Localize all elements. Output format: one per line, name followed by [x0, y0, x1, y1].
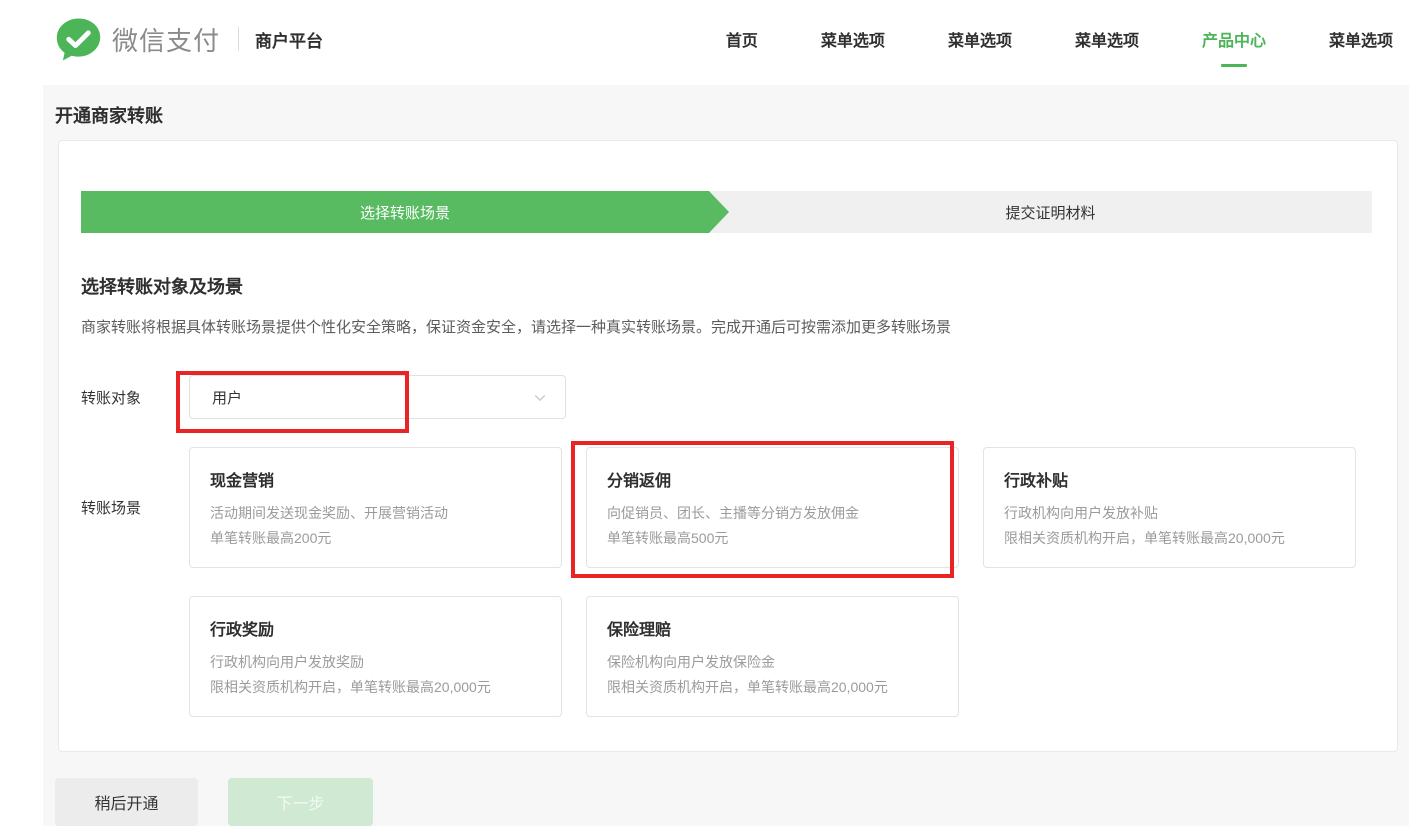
step-2-label: 提交证明材料 [1005, 202, 1095, 223]
transfer-target-row: 转账对象 用户 [81, 375, 1372, 419]
section-description: 商家转账将根据具体转账场景提供个性化安全策略，保证资金安全，请选择一种真实转账场… [81, 317, 1372, 338]
scene-card-insurance-claim[interactable]: 保险理赔 保险机构向用户发放保险金 限相关资质机构开启，单笔转账最高20,000… [586, 596, 959, 717]
scene-desc-line1: 活动期间发送现金奖励、开展营销活动 [210, 501, 541, 526]
scene-desc-line1: 行政机构向用户发放奖励 [210, 650, 541, 675]
scene-card-distribution-commission[interactable]: 分销返佣 向促销员、团长、主播等分销方发放佣金 单笔转账最高500元 [586, 447, 959, 568]
scene-card-title: 行政补贴 [1004, 472, 1335, 492]
main-card: 选择转账场景 提交证明材料 选择转账对象及场景 商家转账将根据具体转账场景提供个… [58, 140, 1398, 752]
brand-name: 微信支付 [112, 21, 220, 58]
scene-card-description: 行政机构向用户发放补贴 限相关资质机构开启，单笔转账最高20,000元 [1004, 501, 1335, 551]
scene-card-title: 现金营销 [210, 472, 541, 492]
scene-cards-grid: 现金营销 活动期间发送现金奖励、开展营销活动 单笔转账最高200元 分销返佣 向… [189, 447, 1356, 717]
scene-desc-line2: 单笔转账最高200元 [210, 526, 541, 551]
brand-divider [238, 27, 239, 51]
scene-card-admin-subsidy[interactable]: 行政补贴 行政机构向用户发放补贴 限相关资质机构开启，单笔转账最高20,000元 [983, 447, 1356, 568]
transfer-target-value: 用户 [212, 387, 242, 408]
scene-card-description: 活动期间发送现金奖励、开展营销活动 单笔转账最高200元 [210, 501, 541, 551]
scene-card-title: 分销返佣 [607, 472, 938, 492]
next-button[interactable]: 下一步 [228, 778, 373, 826]
scene-card-title: 保险理赔 [607, 621, 938, 641]
brand: 微信支付 商户平台 [55, 0, 323, 78]
nav-item-product-center[interactable]: 产品中心 [1202, 27, 1266, 51]
footer-actions: 稍后开通 下一步 [55, 778, 1409, 826]
transfer-scene-label: 转账场景 [81, 447, 189, 568]
scene-desc-line2: 单笔转账最高500元 [607, 526, 938, 551]
scene-card-description: 行政机构向用户发放奖励 限相关资质机构开启，单笔转账最高20,000元 [210, 650, 541, 700]
nav-item-menu-2[interactable]: 菜单选项 [948, 27, 1012, 51]
step-1-label: 选择转账场景 [360, 202, 450, 223]
scene-card-title: 行政奖励 [210, 621, 541, 641]
scene-desc-line2: 限相关资质机构开启，单笔转账最高20,000元 [210, 675, 541, 700]
section-title: 选择转账对象及场景 [81, 276, 1372, 298]
transfer-target-label: 转账对象 [81, 375, 189, 419]
scene-desc-line2: 限相关资质机构开启，单笔转账最高20,000元 [607, 675, 938, 700]
chevron-down-icon [533, 391, 547, 405]
page-title: 开通商家转账 [55, 105, 1409, 127]
step-progress: 选择转账场景 提交证明材料 [81, 191, 1372, 233]
scene-desc-line1: 向促销员、团长、主播等分销方发放佣金 [607, 501, 938, 526]
transfer-scene-row: 转账场景 现金营销 活动期间发送现金奖励、开展营销活动 单笔转账最高200元 分… [81, 447, 1372, 717]
nav-item-menu-4[interactable]: 菜单选项 [1329, 27, 1393, 51]
scene-card-description: 向促销员、团长、主播等分销方发放佣金 单笔转账最高500元 [607, 501, 938, 551]
scene-desc-line1: 保险机构向用户发放保险金 [607, 650, 938, 675]
step-select-scene: 选择转账场景 [81, 191, 729, 233]
scene-desc-line2: 限相关资质机构开启，单笔转账最高20,000元 [1004, 526, 1335, 551]
transfer-target-select[interactable]: 用户 [189, 375, 566, 419]
step-submit-materials: 提交证明材料 [709, 191, 1372, 233]
nav-item-home[interactable]: 首页 [726, 27, 758, 51]
scene-card-admin-reward[interactable]: 行政奖励 行政机构向用户发放奖励 限相关资质机构开启，单笔转账最高20,000元 [189, 596, 562, 717]
content-panel: 开通商家转账 选择转账场景 提交证明材料 选择转账对象及场景 商家转账将根据具体… [43, 85, 1409, 826]
main-nav: 首页 菜单选项 菜单选项 菜单选项 产品中心 菜单选项 [726, 0, 1393, 78]
later-button[interactable]: 稍后开通 [55, 778, 198, 826]
platform-name: 商户平台 [255, 27, 323, 52]
wechat-pay-logo-icon [55, 17, 102, 62]
scene-card-description: 保险机构向用户发放保险金 限相关资质机构开启，单笔转账最高20,000元 [607, 650, 938, 700]
nav-item-menu-1[interactable]: 菜单选项 [821, 27, 885, 51]
scene-desc-line1: 行政机构向用户发放补贴 [1004, 501, 1335, 526]
top-header: 微信支付 商户平台 首页 菜单选项 菜单选项 菜单选项 产品中心 菜单选项 [0, 0, 1409, 85]
nav-item-menu-3[interactable]: 菜单选项 [1075, 27, 1139, 51]
scene-card-cash-marketing[interactable]: 现金营销 活动期间发送现金奖励、开展营销活动 单笔转账最高200元 [189, 447, 562, 568]
